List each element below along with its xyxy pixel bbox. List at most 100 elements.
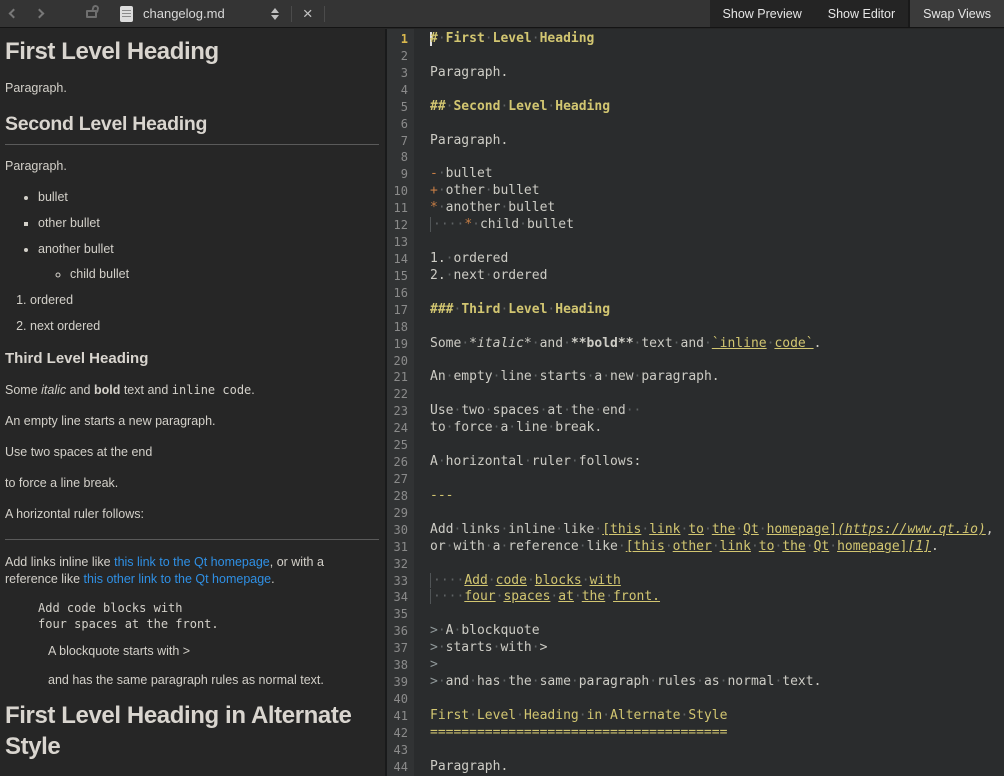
editor-line: 10+·other·bullet	[387, 183, 1004, 200]
text-run: An empty line starts a new paragraph.	[5, 414, 216, 428]
whitespace-dots: ·	[532, 674, 540, 689]
syntax-token: ##	[430, 99, 446, 114]
text-run: Paragraph.	[5, 159, 67, 173]
editor-line: 4	[387, 82, 1004, 99]
syntax-token: code	[496, 573, 527, 588]
editor-line: 152.·next·ordered	[387, 268, 1004, 285]
text-run: inline code	[172, 383, 251, 397]
line-text: or·with·a·reference·like·[this·other·lin…	[414, 539, 939, 556]
editor-line: 42======================================	[387, 725, 1004, 742]
syntax-token: the	[712, 522, 735, 537]
whitespace-dots: ·	[532, 369, 540, 384]
line-text	[414, 556, 430, 573]
syntax-token: the	[782, 539, 805, 554]
line-number: 12	[387, 217, 414, 234]
whitespace-dots: ·	[582, 573, 590, 588]
syntax-token: spaces	[503, 589, 550, 604]
syntax-token: and	[446, 674, 469, 689]
preview-paragraph: to force a line break.	[5, 475, 379, 492]
whitespace-dots: ·	[735, 522, 743, 537]
syntax-token: force	[453, 420, 492, 435]
list-item: another bulletchild bullet	[38, 241, 379, 284]
syntax-token: ---	[430, 488, 453, 503]
document-tab-area: changelog.md ×	[0, 0, 710, 27]
syntax-token: ======================================	[430, 725, 727, 740]
line-number: 37	[387, 640, 414, 657]
syntax-token: **bold**	[571, 336, 634, 351]
text-run: bold	[94, 383, 120, 397]
syntax-token: homepage]	[837, 539, 907, 554]
syntax-token: like	[587, 539, 618, 554]
line-number: 41	[387, 708, 414, 725]
close-icon[interactable]: ×	[298, 5, 318, 22]
line-text: >·and·has·the·same·paragraph·rules·as·no…	[414, 674, 821, 691]
whitespace-dots: ·	[438, 200, 446, 215]
line-number: 7	[387, 133, 414, 150]
line-number: 6	[387, 116, 414, 133]
line-text: -·bullet	[414, 166, 493, 183]
list-item: next ordered	[30, 318, 379, 335]
text-run: Some	[5, 383, 41, 397]
swap-views-button[interactable]: Swap Views	[908, 0, 1004, 27]
syntax-token: and	[681, 336, 704, 351]
syntax-token: as	[704, 674, 720, 689]
line-text	[414, 116, 430, 133]
whitespace-dots: ·	[602, 708, 610, 723]
line-number: 27	[387, 471, 414, 488]
editor-line: 40	[387, 691, 1004, 708]
syntax-token: line	[516, 420, 547, 435]
syntax-token: to	[688, 522, 704, 537]
whitespace-dots: ·	[532, 640, 540, 655]
show-preview-button[interactable]: Show Preview	[710, 0, 815, 27]
line-text	[414, 471, 430, 488]
whitespace-dots: ·	[751, 539, 759, 554]
text-run: Paragraph.	[5, 81, 67, 95]
back-button[interactable]	[0, 0, 26, 27]
syntax-token: break.	[555, 420, 602, 435]
preview-pane[interactable]: First Level HeadingParagraph.Second Leve…	[0, 29, 385, 776]
syntax-token: >	[540, 640, 548, 655]
syntax-token: *italic*	[469, 336, 532, 351]
syntax-token: links	[461, 522, 500, 537]
syntax-token: [this	[602, 522, 641, 537]
editor-line: 7Paragraph.	[387, 133, 1004, 150]
view-buttons: Show Preview Show Editor Swap Views	[710, 0, 1004, 27]
syntax-token: normal	[727, 674, 774, 689]
syntax-token: four	[464, 589, 495, 604]
split-updown-icon[interactable]	[265, 8, 285, 20]
line-number: 20	[387, 353, 414, 370]
preview-heading: First Level Heading in Alternate Style	[5, 701, 385, 762]
text-run: and	[66, 383, 94, 397]
line-text: 1.·ordered	[414, 251, 508, 268]
syntax-token: An	[430, 369, 446, 384]
line-number: 34	[387, 589, 414, 606]
text-run: .	[251, 383, 254, 397]
whitespace-dots: ·	[438, 31, 446, 46]
syntax-token: *	[430, 200, 438, 215]
preview-code-block: Add code blocks with four spaces at the …	[38, 601, 379, 633]
syntax-token: other	[673, 539, 712, 554]
preview-link[interactable]: this link to the Qt homepage	[114, 555, 270, 569]
whitespace-dots: ·	[438, 640, 446, 655]
syntax-token: in	[587, 708, 603, 723]
syntax-token: Paragraph.	[430, 759, 508, 774]
syntax-token: Level	[508, 302, 547, 317]
whitespace-dots: ··	[626, 403, 642, 418]
line-text: ····four·spaces·at·the·front.	[414, 589, 660, 606]
syntax-token: the	[571, 403, 594, 418]
forward-button[interactable]	[26, 0, 52, 27]
show-editor-button[interactable]: Show Editor	[815, 0, 908, 27]
whitespace-dots: ·	[438, 454, 446, 469]
line-text: ##·Second·Level·Heading	[414, 99, 610, 116]
editor-pane[interactable]: 1#·First·Level·Heading23Paragraph.45##·S…	[387, 29, 1004, 776]
syntax-token: at	[558, 589, 574, 604]
preview-link[interactable]: this other link to the Qt homepage	[84, 572, 272, 586]
preview-paragraph: Paragraph.	[5, 158, 379, 175]
list-item: ordered	[30, 292, 379, 309]
line-text	[414, 82, 430, 99]
line-number: 11	[387, 200, 414, 217]
syntax-token: Heading	[555, 302, 610, 317]
syntax-token: >	[430, 674, 438, 689]
line-text: >	[414, 657, 438, 674]
line-number: 22	[387, 386, 414, 403]
